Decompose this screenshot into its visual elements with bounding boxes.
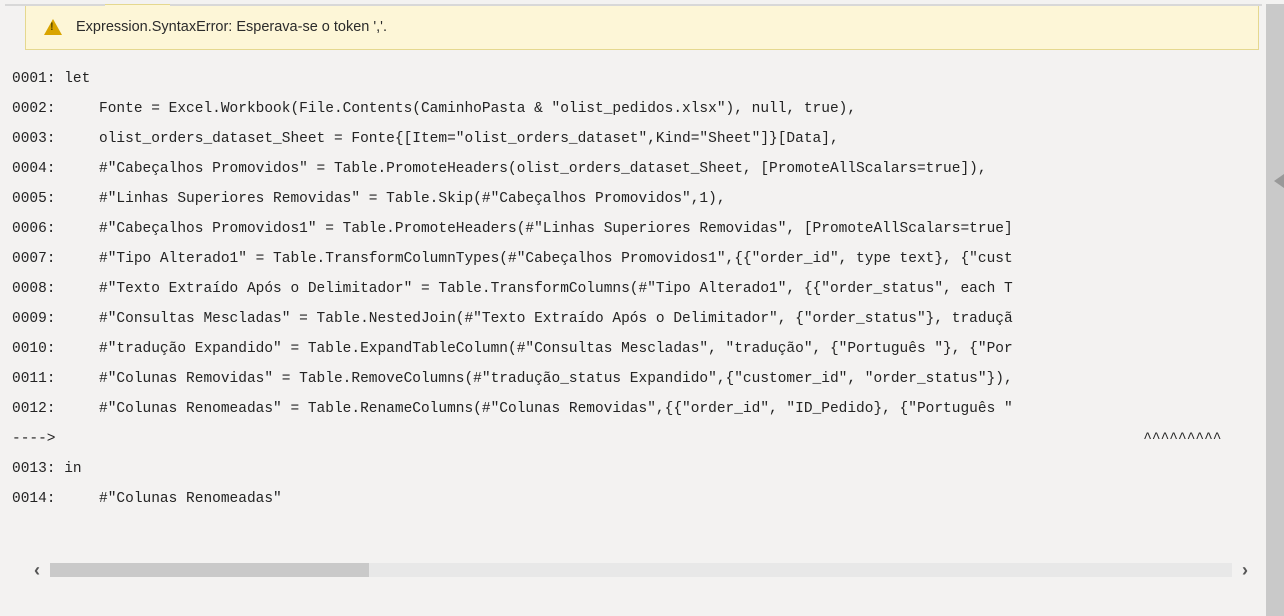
error-message: Expression.SyntaxError: Esperava-se o to… (76, 19, 387, 35)
code-line: 0003: olist_orders_dataset_Sheet = Fonte… (12, 124, 1284, 154)
code-line: 0009: #"Consultas Mescladas" = Table.Nes… (12, 304, 1284, 334)
warning-icon (44, 19, 62, 35)
code-line: 0007: #"Tipo Alterado1" = Table.Transfor… (12, 244, 1284, 274)
scroll-left-arrow-icon[interactable]: ‹ (28, 561, 46, 579)
code-line: 0011: #"Colunas Removidas" = Table.Remov… (12, 364, 1284, 394)
code-line: 0014: #"Colunas Renomeadas" (12, 484, 1284, 514)
scroll-marker-icon (1274, 174, 1284, 188)
code-line: 0005: #"Linhas Superiores Removidas" = T… (12, 184, 1284, 214)
code-line: 0013: in (12, 454, 1284, 484)
code-line: 0004: #"Cabeçalhos Promovidos" = Table.P… (12, 154, 1284, 184)
code-editor[interactable]: 0001: let 0002: Fonte = Excel.Workbook(F… (0, 58, 1284, 514)
code-line: 0001: let (12, 64, 1284, 94)
code-line: 0010: #"tradução Expandido" = Table.Expa… (12, 334, 1284, 364)
top-divider (170, 4, 1262, 6)
scroll-thumb[interactable] (50, 563, 369, 577)
code-line: 0006: #"Cabeçalhos Promovidos1" = Table.… (12, 214, 1284, 244)
scroll-track[interactable] (50, 563, 1232, 577)
vertical-scroll-thumb[interactable] (1266, 4, 1284, 616)
scroll-right-arrow-icon[interactable]: › (1236, 561, 1254, 579)
top-divider-left (5, 4, 105, 6)
code-line: 0012: #"Colunas Renomeadas" = Table.Rena… (12, 394, 1284, 424)
code-line: 0008: #"Texto Extraído Após o Delimitado… (12, 274, 1284, 304)
horizontal-scrollbar[interactable]: ‹ › (28, 560, 1254, 580)
code-line-error-pointer: ----> ^^^^^^^^^ (12, 424, 1284, 454)
error-banner: Expression.SyntaxError: Esperava-se o to… (25, 4, 1259, 50)
code-line: 0002: Fonte = Excel.Workbook(File.Conten… (12, 94, 1284, 124)
vertical-scrollbar[interactable] (1266, 4, 1284, 616)
